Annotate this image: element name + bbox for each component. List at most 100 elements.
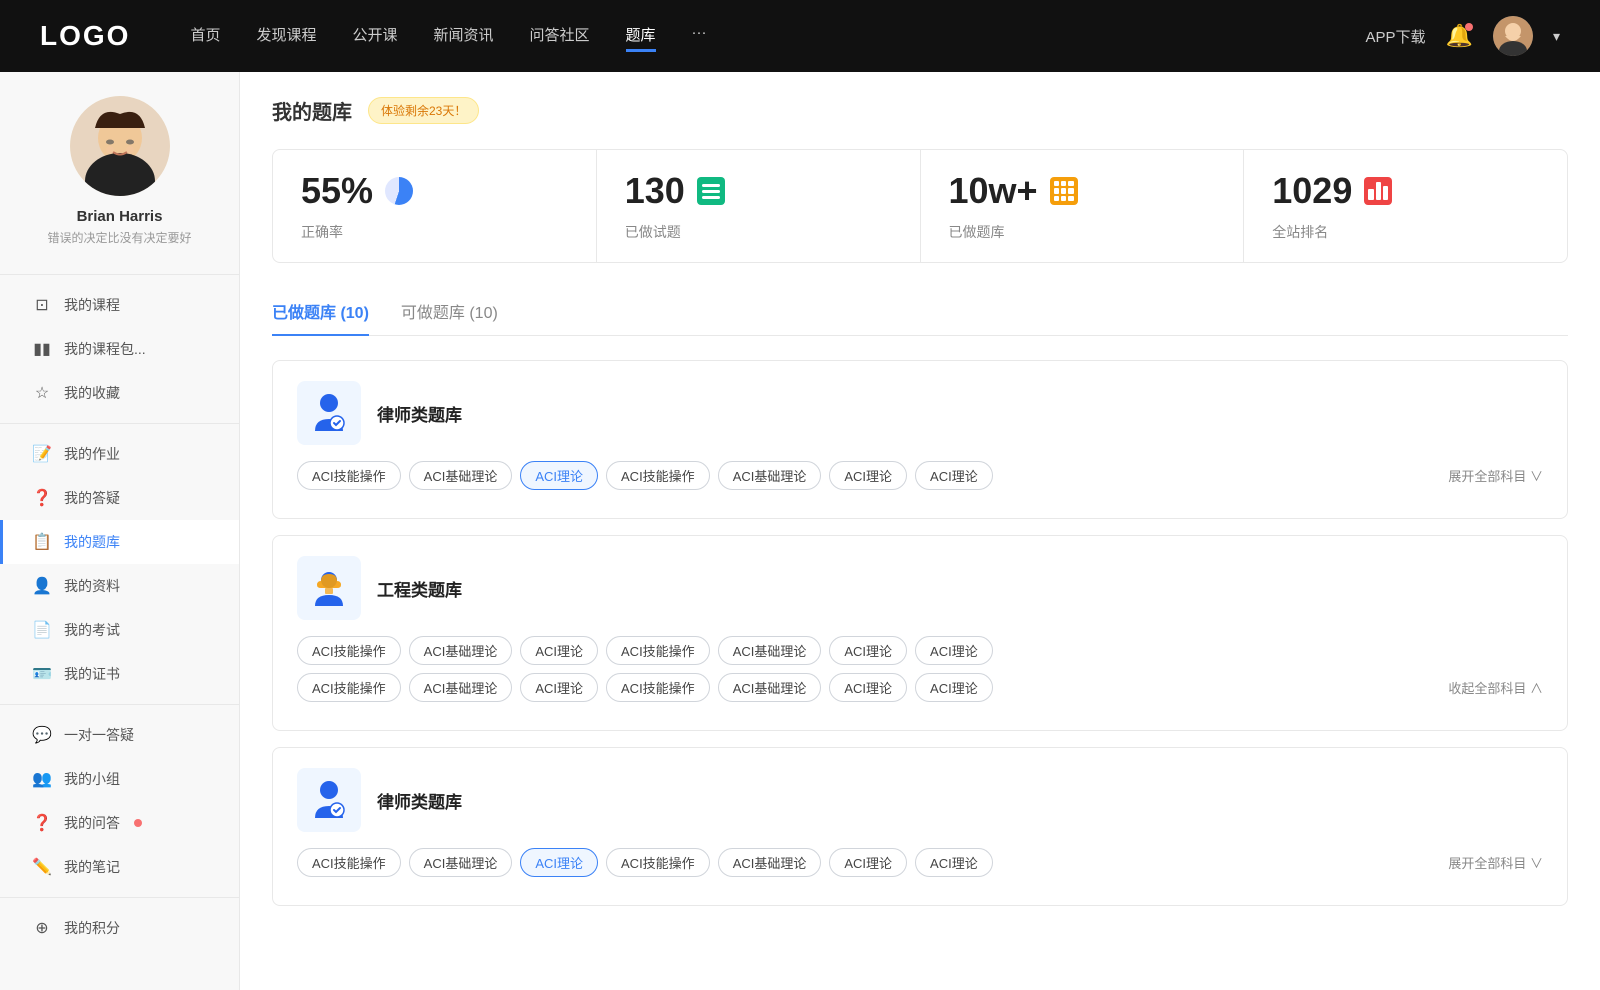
certificate-icon: 🪪 xyxy=(32,664,52,684)
bank-tag[interactable]: ACI基础理论 xyxy=(409,848,513,877)
notification-dot xyxy=(1465,23,1473,31)
stat-accuracy: 55% 正确率 xyxy=(273,150,597,262)
user-menu-chevron[interactable]: ▾ xyxy=(1553,28,1560,45)
bank-tag[interactable]: ACI基础理论 xyxy=(718,461,822,490)
bank-tag-selected[interactable]: ACI理论 xyxy=(520,848,598,877)
bank-tag[interactable]: ACI基础理论 xyxy=(718,673,822,702)
bank-tag[interactable]: ACI理论 xyxy=(915,673,993,702)
bank-tag[interactable]: ACI技能操作 xyxy=(606,461,710,490)
my-qa-icon: ❓ xyxy=(32,813,52,833)
sidebar-item-question-bank[interactable]: 📋 我的题库 xyxy=(0,520,239,564)
collapse-button-2[interactable]: 收起全部科目 ∧ xyxy=(1448,678,1543,697)
tab-available[interactable]: 可做题库 (10) xyxy=(401,291,498,335)
bank-tag[interactable]: ACI基础理论 xyxy=(409,636,513,665)
star-icon: ☆ xyxy=(32,383,52,403)
bank-tag[interactable]: ACI理论 xyxy=(520,673,598,702)
bank-tabs: 已做题库 (10) 可做题库 (10) xyxy=(272,291,1568,336)
sidebar-item-qa-my[interactable]: ❓ 我的答疑 xyxy=(0,476,239,520)
bank-tag[interactable]: ACI技能操作 xyxy=(297,673,401,702)
bank-tag[interactable]: ACI基础理论 xyxy=(718,636,822,665)
bank-header-1: 律师类题库 xyxy=(297,381,1543,445)
sidebar-item-exam[interactable]: 📄 我的考试 xyxy=(0,608,239,652)
bar-3 xyxy=(1383,186,1388,200)
lawyer-icon-wrap xyxy=(297,381,361,445)
sidebar-divider-1 xyxy=(0,423,239,424)
sidebar-motto: 错误的决定比没有决定要好 xyxy=(0,229,239,246)
tab-done[interactable]: 已做题库 (10) xyxy=(272,291,369,335)
bank-tag[interactable]: ACI技能操作 xyxy=(606,636,710,665)
bank-tag[interactable]: ACI理论 xyxy=(915,636,993,665)
sidebar-item-certificate[interactable]: 🪪 我的证书 xyxy=(0,652,239,696)
page-header: 我的题库 体验剩余23天！ xyxy=(272,96,1568,125)
main-content: 我的题库 体验剩余23天！ 55% 正确率 130 xyxy=(240,72,1600,990)
nav-links: 首页 发现课程 公开课 新闻资讯 问答社区 题库 ··· xyxy=(190,20,1365,52)
homework-icon: 📝 xyxy=(32,444,52,464)
grid-cell xyxy=(1068,181,1073,186)
bank-tag[interactable]: ACI基础理论 xyxy=(409,461,513,490)
nav-open-course[interactable]: 公开课 xyxy=(352,20,397,52)
bank-item-lawyer-1: 律师类题库 ACI技能操作 ACI基础理论 ACI理论 ACI技能操作 ACI基… xyxy=(272,360,1568,519)
bank-tag-selected[interactable]: ACI理论 xyxy=(520,461,598,490)
nav-discover[interactable]: 发现课程 xyxy=(256,20,316,52)
stat-banks-done: 10w+ 已做题库 xyxy=(921,150,1245,262)
sidebar-item-my-data[interactable]: 👤 我的资料 xyxy=(0,564,239,608)
questions-number: 130 xyxy=(625,170,685,212)
nav-more[interactable]: ··· xyxy=(692,20,707,52)
sidebar-item-my-qa[interactable]: ❓ 我的问答 xyxy=(0,801,239,845)
avatar-image xyxy=(1493,16,1533,56)
grid-cell xyxy=(1054,196,1059,201)
banks-number: 10w+ xyxy=(949,170,1038,212)
stat-ranking-top: 1029 xyxy=(1272,170,1539,212)
sidebar-item-favorites[interactable]: ☆ 我的收藏 xyxy=(0,371,239,415)
bank-tag[interactable]: ACI理论 xyxy=(829,461,907,490)
bank-name-2: 工程类题库 xyxy=(377,576,462,601)
sidebar-item-my-course[interactable]: ⊡ 我的课程 xyxy=(0,283,239,327)
bank-tag[interactable]: ACI理论 xyxy=(520,636,598,665)
bank-tag[interactable]: ACI基础理论 xyxy=(718,848,822,877)
expand-button-3[interactable]: 展开全部科目 ∨ xyxy=(1448,853,1543,872)
notification-bell[interactable]: 🔔 xyxy=(1446,23,1473,49)
tutoring-icon: 💬 xyxy=(32,725,52,745)
points-icon: ⊕ xyxy=(32,918,52,938)
navigation: LOGO 首页 发现课程 公开课 新闻资讯 问答社区 题库 ··· APP下载 … xyxy=(0,0,1600,72)
expand-button-1[interactable]: 展开全部科目 ∨ xyxy=(1448,466,1543,485)
sidebar-item-homework[interactable]: 📝 我的作业 xyxy=(0,432,239,476)
nav-qa[interactable]: 问答社区 xyxy=(530,20,590,52)
nav-news[interactable]: 新闻资讯 xyxy=(434,20,494,52)
bank-tag[interactable]: ACI技能操作 xyxy=(297,636,401,665)
sidebar-item-course-package[interactable]: ▮▮ 我的课程包... xyxy=(0,327,239,371)
lawyer-svg-icon xyxy=(307,391,351,435)
nav-question-bank[interactable]: 题库 xyxy=(626,20,656,52)
bank-tags-row-1: ACI技能操作 ACI基础理论 ACI理论 ACI技能操作 ACI基础理论 AC… xyxy=(297,461,1543,490)
bank-tag[interactable]: ACI理论 xyxy=(915,461,993,490)
bank-tag[interactable]: ACI理论 xyxy=(915,848,993,877)
bank-tag[interactable]: ACI理论 xyxy=(829,673,907,702)
stat-banks-top: 10w+ xyxy=(949,170,1216,212)
list-icon xyxy=(697,177,725,205)
bank-tag[interactable]: ACI技能操作 xyxy=(606,673,710,702)
bank-tag[interactable]: ACI理论 xyxy=(829,848,907,877)
sidebar-divider-top xyxy=(0,274,239,275)
bank-tag[interactable]: ACI理论 xyxy=(829,636,907,665)
sidebar-username: Brian Harris xyxy=(0,208,239,225)
sidebar-item-notes[interactable]: ✏️ 我的笔记 xyxy=(0,845,239,889)
sidebar-item-points[interactable]: ⊕ 我的积分 xyxy=(0,906,239,950)
unread-dot xyxy=(134,819,142,827)
bank-tag[interactable]: ACI技能操作 xyxy=(297,461,401,490)
bank-name-3: 律师类题库 xyxy=(377,788,462,813)
questions-label: 已做试题 xyxy=(625,222,892,242)
sidebar-item-group[interactable]: 👥 我的小组 xyxy=(0,757,239,801)
course-package-icon: ▮▮ xyxy=(32,339,52,359)
app-download-button[interactable]: APP下载 xyxy=(1366,26,1426,47)
bank-tag[interactable]: ACI技能操作 xyxy=(606,848,710,877)
sidebar-item-tutoring[interactable]: 💬 一对一答疑 xyxy=(0,713,239,757)
bank-tag[interactable]: ACI技能操作 xyxy=(297,848,401,877)
stat-questions-done: 130 已做试题 xyxy=(597,150,921,262)
lawyer-icon-wrap-2 xyxy=(297,768,361,832)
accuracy-label: 正确率 xyxy=(301,222,568,242)
lawyer-svg-icon-2 xyxy=(307,778,351,822)
avatar[interactable] xyxy=(1493,16,1533,56)
nav-home[interactable]: 首页 xyxy=(190,20,220,52)
notes-icon: ✏️ xyxy=(32,857,52,877)
bank-tag[interactable]: ACI基础理论 xyxy=(409,673,513,702)
